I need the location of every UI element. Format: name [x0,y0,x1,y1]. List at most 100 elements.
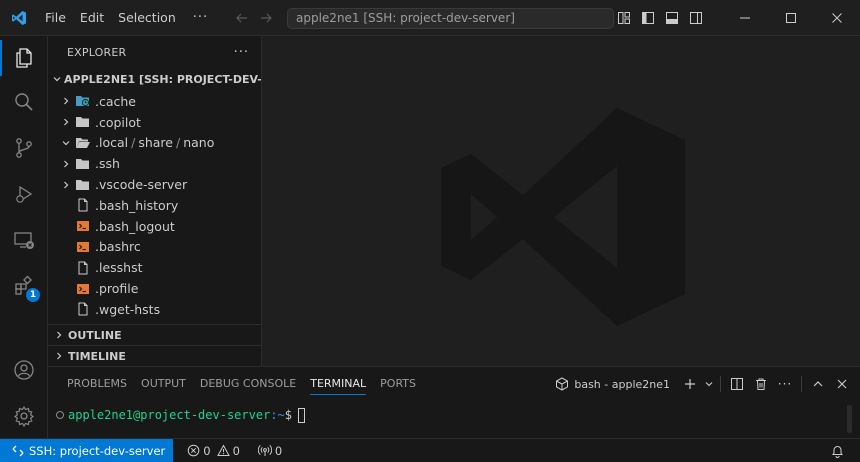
close-panel-icon[interactable] [830,372,854,396]
extensions-badge: 1 [26,288,40,302]
ports-indicator[interactable]: 0 [252,439,288,462]
workspace-root-label: APPLE2NE1 [SSH: PROJECT-DEV-SER... [64,72,261,86]
timeline-label: TIMELINE [68,349,126,363]
run-debug-icon[interactable] [0,172,48,216]
chevron-down-icon [52,74,62,84]
chevron-right-icon [58,180,74,190]
minimize-icon[interactable] [722,0,768,36]
remote-indicator[interactable]: SSH: project-dev-server [0,439,174,462]
tree-item-bashrc[interactable]: .bashrc [48,237,261,258]
outline-section[interactable]: OUTLINE [48,324,261,345]
split-terminal-icon[interactable] [725,372,749,396]
tree-item-label: .wget-hsts [95,301,161,317]
tree-item-label: .vscode-server [95,177,188,193]
activity-bar: 1 [0,36,48,438]
folder-open-icon [74,136,92,150]
explorer-sidebar: EXPLORER ··· APPLE2NE1 [SSH: PROJECT-DEV… [48,36,262,366]
toggle-primary-sidebar-icon[interactable] [636,0,660,36]
tree-item-cache[interactable]: .cache [48,91,261,112]
tree-item-label: .bashrc [95,239,141,255]
shell-file-icon [74,219,92,233]
error-icon [187,444,200,457]
terminal-selector[interactable]: bash - apple2ne1 [555,377,670,391]
more-actions-icon[interactable]: ··· [773,372,797,396]
error-count: 0 [203,443,211,458]
tab-output[interactable]: OUTPUT [134,367,193,401]
tab-problems[interactable]: PROBLEMS [60,367,134,401]
remote-explorer-icon[interactable] [0,218,48,262]
folder-icon [74,115,92,129]
broadcast-icon [257,444,272,456]
customize-layout-icon[interactable] [612,0,636,36]
workspace-root[interactable]: APPLE2NE1 [SSH: PROJECT-DEV-SER... [48,68,261,90]
tree-item-label: .cache [95,93,136,109]
tree-item-lesshst[interactable]: .lesshst [48,257,261,278]
chevron-right-icon [58,96,74,106]
account-icon[interactable] [0,348,48,392]
path-part-local: .local [95,135,129,151]
file-tree: .cache .copilot .local / share / nano .ssh .… [48,91,261,320]
extensions-icon[interactable]: 1 [0,264,48,308]
timeline-section[interactable]: TIMELINE [48,345,261,366]
toggle-secondary-sidebar-icon[interactable] [684,0,708,36]
title-bar: File Edit Selection ··· apple2ne1 [SSH: … [0,0,860,36]
warning-icon [216,444,230,456]
bottom-panel: PROBLEMS OUTPUT DEBUG CONSOLE TERMINAL P… [48,366,860,438]
panel-actions: bash - apple2ne1 ··· [555,367,854,401]
tree-item-label: .ssh [95,156,120,172]
menu-selection[interactable]: Selection [111,0,183,36]
command-center-search[interactable]: apple2ne1 [SSH: project-dev-server] [287,8,614,29]
panel-tabs: PROBLEMS OUTPUT DEBUG CONSOLE TERMINAL P… [48,367,423,401]
tree-item-bash-logout[interactable]: .bash_logout [48,216,261,237]
chevron-down-icon [58,138,74,148]
chevron-right-icon [52,330,66,340]
problems-indicator[interactable]: 0 0 [181,439,246,462]
vscode-watermark-icon [441,108,685,326]
tree-item-local-share-nano[interactable]: .local / share / nano [48,133,261,154]
files-icon[interactable] [0,36,48,80]
status-bar: SSH: project-dev-server 0 0 0 [0,438,860,462]
folder-icon [74,157,92,171]
back-arrow-icon[interactable] [230,0,254,36]
terminal-name: bash - apple2ne1 [574,377,670,391]
source-control-icon[interactable] [0,126,48,170]
chevron-right-icon [58,117,74,127]
maximize-panel-icon[interactable] [806,372,830,396]
folder-clock-icon [74,94,92,108]
tab-ports[interactable]: PORTS [373,367,423,401]
tree-item-wget-hsts[interactable]: .wget-hsts [48,299,261,320]
gear-icon[interactable] [0,394,48,438]
close-icon[interactable] [814,0,860,36]
tree-item-label: .profile [95,281,139,297]
tree-item-vscode-server[interactable]: .vscode-server [48,174,261,195]
trash-icon[interactable] [749,372,773,396]
maximize-icon[interactable] [768,0,814,36]
terminal-bash-icon [556,377,569,391]
tree-item-copilot[interactable]: .copilot [48,112,261,133]
forward-arrow-icon[interactable] [254,0,278,36]
terminal-prompt-line[interactable]: apple2ne1@project-dev-server:~ $ [56,407,305,423]
menu-more[interactable]: ··· [183,0,218,36]
chevron-down-icon[interactable] [702,372,716,396]
tab-terminal[interactable]: TERMINAL [303,367,373,401]
file-icon [74,261,92,275]
vscode-logo-icon [0,0,38,36]
terminal-scrollbar[interactable] [847,405,852,433]
explorer-more-button[interactable]: ··· [234,45,249,60]
warning-count: 0 [232,443,240,458]
tree-item-profile[interactable]: .profile [48,278,261,299]
new-terminal-icon[interactable] [678,372,702,396]
menu-file[interactable]: File [38,0,73,36]
chevron-right-icon [52,351,66,361]
prompt-user-host: apple2ne1@project-dev-server [68,408,271,422]
path-separator: / [131,135,136,151]
search-icon[interactable] [0,80,48,124]
notifications-bell-icon[interactable] [825,439,850,462]
tree-item-label: .copilot [95,114,141,130]
terminal-cursor [297,407,305,423]
menu-edit[interactable]: Edit [73,0,111,36]
tree-item-ssh[interactable]: .ssh [48,153,261,174]
tab-debug-console[interactable]: DEBUG CONSOLE [193,367,303,401]
tree-item-bash-history[interactable]: .bash_history [48,195,261,216]
toggle-panel-icon[interactable] [660,0,684,36]
